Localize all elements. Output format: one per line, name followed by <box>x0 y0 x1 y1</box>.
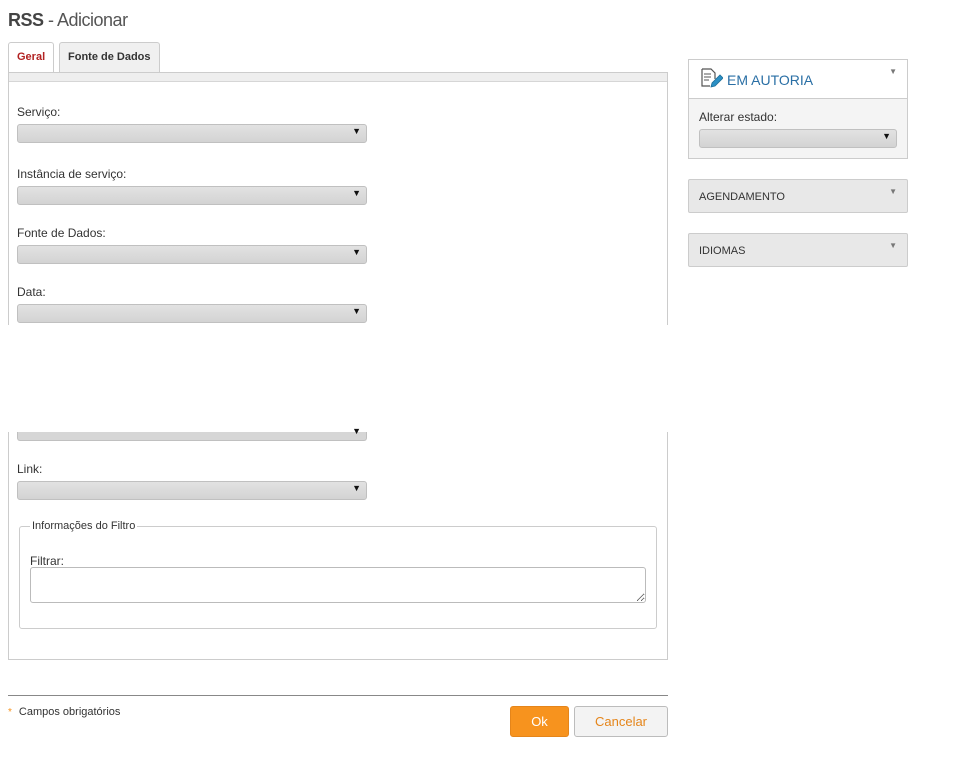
chevron-down-icon: ▼ <box>352 483 361 493</box>
page-title-module: RSS <box>8 10 44 30</box>
servico-select[interactable]: ▼ <box>17 124 367 143</box>
chevron-down-icon: ▼ <box>882 131 891 141</box>
status-panel: EM AUTORIA ▼ Alterar estado: ▼ <box>688 59 908 159</box>
status-title: EM AUTORIA <box>727 72 814 88</box>
link-label: Link: <box>17 462 43 476</box>
instancia-servico-select[interactable]: ▼ <box>17 186 367 205</box>
expand-toggle-icon[interactable]: ▼ <box>889 241 897 250</box>
instancia-servico-label: Instância de serviço: <box>17 167 127 181</box>
chevron-down-icon: ▼ <box>352 306 361 316</box>
tab-fonte-de-dados[interactable]: Fonte de Dados <box>59 42 160 72</box>
collapse-toggle-icon[interactable]: ▼ <box>889 67 897 76</box>
filter-textarea[interactable] <box>30 567 646 603</box>
filter-label: Filtrar: <box>30 554 64 568</box>
required-marker-icon: * <box>8 707 12 718</box>
chevron-down-icon: ▼ <box>352 188 361 198</box>
fonte-de-dados-select[interactable]: ▼ <box>17 245 367 264</box>
ok-button[interactable]: Ok <box>510 706 569 737</box>
panel-header-strip <box>9 73 667 82</box>
fonte-de-dados-label: Fonte de Dados: <box>17 226 106 240</box>
chevron-down-icon: ▼ <box>352 426 361 436</box>
chevron-down-icon: ▼ <box>352 126 361 136</box>
data-label: Data: <box>17 285 46 299</box>
languages-panel[interactable]: IDIOMAS ▼ <box>688 233 908 267</box>
filter-info-legend: Informações do Filtro <box>32 520 136 532</box>
footer-divider <box>8 695 668 696</box>
cancel-button[interactable]: Cancelar <box>574 706 668 737</box>
data-select[interactable]: ▼ <box>17 304 367 323</box>
scheduling-title: AGENDAMENTO <box>699 191 785 203</box>
change-state-select[interactable]: ▼ <box>699 129 897 148</box>
status-panel-header: EM AUTORIA ▼ <box>689 60 907 99</box>
filter-info-fieldset: Informações do Filtro Filtrar: <box>19 520 657 629</box>
partial-select[interactable]: ▼ <box>17 426 367 441</box>
chevron-down-icon: ▼ <box>352 247 361 257</box>
languages-title: IDIOMAS <box>699 245 746 257</box>
tab-geral[interactable]: Geral <box>8 42 54 72</box>
render-gap <box>0 325 668 432</box>
required-note-text: Campos obrigatórios <box>18 706 121 718</box>
link-select[interactable]: ▼ <box>17 481 367 500</box>
document-edit-icon <box>701 68 723 88</box>
scheduling-panel[interactable]: AGENDAMENTO ▼ <box>688 179 908 213</box>
servico-label: Serviço: <box>17 105 61 119</box>
expand-toggle-icon[interactable]: ▼ <box>889 187 897 196</box>
page-title-action: - Adicionar <box>43 10 128 30</box>
change-state-label: Alterar estado: <box>699 110 778 124</box>
required-fields-note: * Campos obrigatórios <box>8 706 120 718</box>
page-title: RSS - Adicionar <box>8 10 128 31</box>
